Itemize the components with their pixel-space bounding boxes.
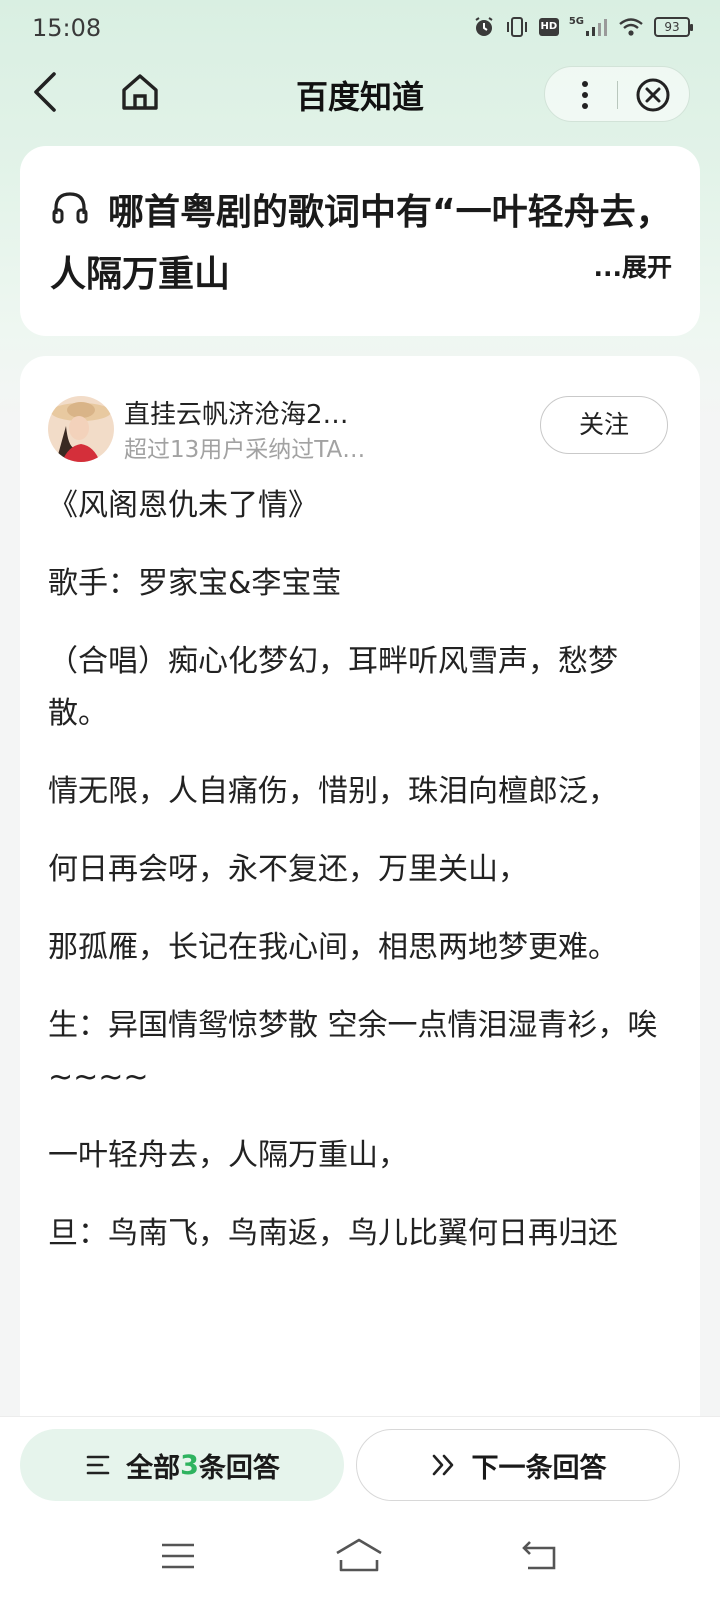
- mini-program-capsule: [544, 66, 690, 122]
- author-name[interactable]: 直挂云帆济沧海2…: [124, 394, 349, 431]
- close-icon[interactable]: [633, 75, 673, 115]
- signal-5g-icon: [584, 16, 608, 38]
- all-answers-suffix: 条回答: [198, 1452, 280, 1484]
- next-answer-button[interactable]: 下一条回答: [356, 1429, 680, 1501]
- capsule-divider: [617, 81, 618, 109]
- question-title: 哪首粤剧的歌词中有“一叶轻舟去，人隔万重山: [50, 192, 672, 295]
- answer-line: 旦：鸟南飞，鸟南返，鸟儿比翼何日再归还: [48, 1216, 618, 1251]
- alarm-icon: [473, 16, 495, 38]
- all-answers-button[interactable]: 全部 3 条回答: [20, 1429, 344, 1501]
- bottom-action-bar: 全部 3 条回答 下一条回答: [0, 1416, 720, 1516]
- more-icon[interactable]: [565, 75, 605, 115]
- answer-line: 那孤雁，长记在我心间，相思两地梦更难。: [48, 930, 618, 965]
- hd-icon: HD: [538, 18, 559, 36]
- question-card[interactable]: 哪首粤剧的歌词中有“一叶轻舟去，人隔万重山 ...展开: [20, 146, 700, 336]
- vibrate-icon: [505, 16, 529, 38]
- next-answer-label: 下一条回答: [471, 1452, 607, 1484]
- nav-bar: 百度知道: [0, 62, 720, 124]
- answer-card: 直挂云帆济沧海2… 超过13用户采纳过TA… 关注 《风阁恩仇未了情》 歌手：罗…: [20, 356, 700, 1416]
- follow-button[interactable]: 关注: [540, 396, 668, 454]
- answer-count: 3: [180, 1449, 199, 1481]
- status-icons: HD 5G 93: [473, 15, 693, 38]
- status-time: 15:08: [32, 14, 102, 42]
- battery-icon: 93: [654, 17, 693, 37]
- back-arrow-icon[interactable]: [520, 1536, 560, 1576]
- wifi-icon: [618, 16, 644, 38]
- double-chevron-right-icon: [430, 1451, 458, 1479]
- list-icon: [84, 1451, 112, 1479]
- status-bar: 15:08 HD 5G 93: [0, 0, 720, 56]
- avatar[interactable]: [48, 396, 114, 462]
- answer-line: 歌手：罗家宝&李宝莹: [48, 566, 342, 601]
- signal-5g-label: 5G: [568, 15, 584, 27]
- author-subtitle: 超过13用户采纳过TA…: [124, 437, 366, 463]
- answer-line: （合唱）痴心化梦幻，耳畔听风雪声，愁梦散。: [48, 644, 618, 731]
- answer-line: 情无限，人自痛伤，惜别，珠泪向檀郎泛，: [48, 774, 618, 809]
- answer-line: 生：异国情鸳惊梦散 空余一点情泪湿青衫，唉~~~~: [48, 1008, 658, 1095]
- menu-icon[interactable]: [160, 1538, 196, 1574]
- system-nav-bar: [0, 1516, 720, 1600]
- all-answers-prefix: 全部: [126, 1452, 181, 1484]
- answer-line: 《风阁恩仇未了情》: [48, 488, 318, 523]
- home-outline-icon[interactable]: [334, 1536, 384, 1576]
- answer-body: 《风阁恩仇未了情》 歌手：罗家宝&李宝莹 （合唱）痴心化梦幻，耳畔听风雪声，愁梦…: [48, 480, 668, 1286]
- answer-line: 一叶轻舟去，人隔万重山，: [48, 1138, 408, 1173]
- expand-link[interactable]: ...展开: [594, 248, 673, 284]
- answer-line: 何日再会呀，永不复还，万里关山，: [48, 852, 528, 887]
